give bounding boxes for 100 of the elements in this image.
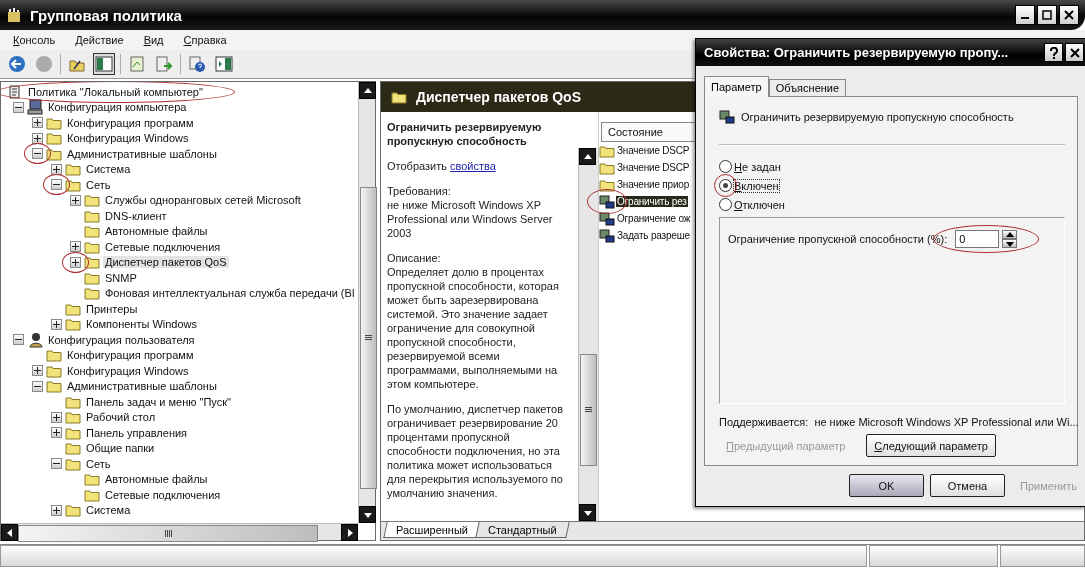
maximize-button[interactable] [1037,5,1057,25]
expander-toggle[interactable] [32,148,43,160]
tree-item[interactable]: Конфигурация пользователя [46,333,197,346]
scroll-left-button[interactable] [1,524,18,541]
menu-item[interactable]: Вид [143,34,164,46]
radio-label[interactable]: Включен [734,179,779,192]
tree-item[interactable]: Конфигурация программ [65,349,196,362]
expander-toggle[interactable] [70,194,81,206]
horizontal-scrollbar[interactable] [1,523,358,540]
tree-item[interactable]: Политика "Локальный компьютер" [26,85,205,98]
expander-toggle[interactable] [51,458,62,470]
dialog-button[interactable]: OK [849,474,924,497]
expander-toggle[interactable] [51,163,62,175]
close-button[interactable] [1059,5,1079,25]
list-item[interactable]: Ограничение ож [616,213,692,224]
next-button[interactable]: Следующий параметр [866,434,996,457]
dialog-tab[interactable]: Параметр [704,76,769,97]
expander-toggle[interactable] [70,256,81,268]
tree-item[interactable]: Панель управления [84,426,190,439]
expander-toggle[interactable] [32,380,43,392]
tree-item[interactable]: Административные шаблоны [65,147,219,160]
spin-down-button[interactable] [1002,239,1018,248]
show-tree-button[interactable] [93,53,115,75]
properties-link[interactable]: свойства [450,160,496,172]
dialog-tab[interactable]: Объяснение [768,79,847,97]
tree-item[interactable]: Сеть [84,178,113,191]
list-item[interactable]: Значение DSCP [616,145,691,156]
tree-item[interactable]: Система [84,504,133,517]
view-tab[interactable]: Расширенный [383,522,481,538]
tree-item[interactable]: Общие папки [84,442,157,455]
minimize-button[interactable] [1015,5,1035,25]
scrollbar-thumb[interactable] [360,186,377,489]
tree-item[interactable]: Диспетчер пакетов QoS [103,256,229,269]
radio-button[interactable] [719,179,732,192]
spin-up-button[interactable] [1002,230,1018,239]
list-item[interactable]: Ограничить рез [616,196,688,207]
panel-icon [95,56,113,72]
close-button[interactable] [1065,43,1084,62]
tree-item[interactable]: Конфигурация компьютера [46,101,189,114]
tree-item[interactable]: DNS-клиент [103,209,169,222]
sheet-icon [128,55,146,73]
radio-button[interactable] [719,160,732,173]
list-item[interactable]: Значение DSCP [616,162,691,173]
tree-item[interactable]: Компоненты Windows [84,318,200,331]
expander-toggle[interactable] [51,427,62,439]
radio-label[interactable]: Отключен [734,198,785,211]
scrollbar-thumb[interactable] [18,525,318,542]
expander-toggle[interactable] [32,365,43,377]
plus-icon [53,320,60,328]
tree-item[interactable]: Принтеры [84,302,140,315]
expander-toggle[interactable] [70,241,81,253]
menu-item[interactable]: Действие [75,34,124,46]
tree-item[interactable]: Сеть [84,457,113,470]
tree-item[interactable]: SNMP [103,271,139,284]
tree-item[interactable]: Фоновая интеллектуальная служба передачи (BI [103,287,357,300]
action-pane-button[interactable] [213,53,235,75]
expander-toggle[interactable] [51,318,62,330]
help-button[interactable] [1044,43,1063,62]
tree-item[interactable]: Сетевые подключения [103,240,223,253]
scrollbar-thumb[interactable] [580,354,597,467]
view-tab[interactable]: Стандартный [475,522,570,538]
plus-icon [34,119,41,127]
back-button[interactable] [6,53,28,75]
expander-toggle[interactable] [51,504,62,516]
tree-item[interactable]: Административные шаблоны [65,380,219,393]
scroll-down-button[interactable] [579,504,596,521]
tree-item[interactable]: Службы одноранговых сетей Microsoft [103,194,303,207]
menu-item[interactable]: Консоль [13,34,56,46]
tree-item[interactable]: Конфигурация Windows [65,132,191,145]
vertical-scrollbar[interactable] [578,148,598,521]
expander-toggle[interactable] [32,117,43,129]
dialog-button[interactable]: Отмена [930,474,1005,497]
limit-field[interactable]: 0 [955,230,1000,248]
expander-toggle[interactable] [51,411,62,423]
expander-toggle[interactable] [51,179,62,191]
tree-item[interactable]: Рабочий стол [84,411,158,424]
export-button[interactable] [153,53,175,75]
tree-item[interactable]: Сетевые подключения [103,488,223,501]
radio-label[interactable]: Не задан [734,160,781,173]
expander-toggle[interactable] [32,132,43,144]
list-item[interactable]: Задать разреше [616,230,691,241]
menu-item[interactable]: Справка [183,34,227,46]
folder-icon [65,425,81,440]
tree-item[interactable]: Конфигурация Windows [65,364,191,377]
radio-button[interactable] [719,198,732,211]
scroll-down-button[interactable] [359,506,376,523]
tree-item[interactable]: Конфигурация программ [65,116,196,129]
tree-item[interactable]: Автономные файлы [103,473,210,486]
expander-toggle[interactable] [13,101,24,113]
folder-icon [84,193,100,208]
scroll-right-button[interactable] [341,524,358,541]
scroll-up-button[interactable] [359,82,376,99]
tree-item[interactable]: Автономные файлы [103,225,210,238]
scroll-up-button[interactable] [579,148,596,165]
expander-toggle[interactable] [13,334,24,346]
tree-item[interactable]: Панель задач и меню "Пуск" [84,395,233,408]
folder-icon [84,487,100,502]
list-item[interactable]: Значение приор [616,179,690,190]
vertical-scrollbar[interactable] [358,82,375,523]
tree-item[interactable]: Система [84,163,133,176]
